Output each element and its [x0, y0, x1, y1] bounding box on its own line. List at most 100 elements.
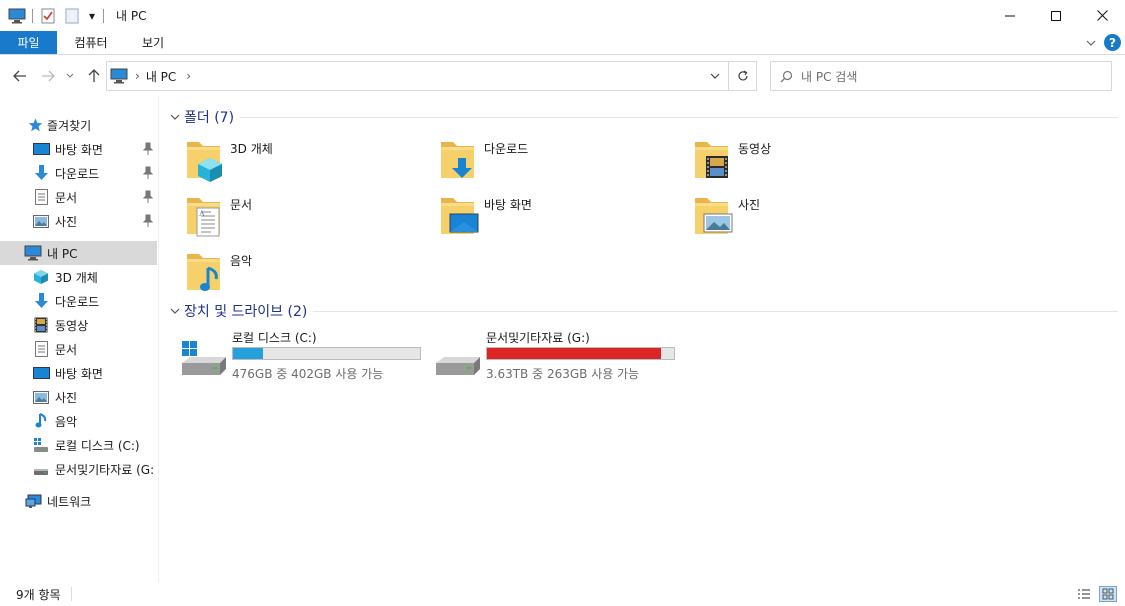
sidebar-item-label: 문서	[55, 190, 78, 205]
drive-usage-fill	[233, 348, 263, 359]
sidebar-item-label: 다운로드	[55, 166, 100, 181]
window-controls	[987, 0, 1125, 31]
search-box[interactable]: 내 PC 검색	[770, 61, 1112, 91]
folder-tile-music[interactable]: 음악	[184, 248, 424, 300]
group-title: 폴더 (7)	[184, 110, 235, 126]
breadcrumb-separator[interactable]: ›	[135, 69, 140, 83]
group-title: 장치 및 드라이브 (2)	[184, 304, 308, 320]
sidebar-item-quick-documents[interactable]: 문서	[0, 185, 157, 209]
drive-free-space: 476GB 중 402GB 사용 가능	[232, 367, 384, 381]
sidebar-item-downloads[interactable]: 다운로드	[0, 289, 157, 313]
address-bar-controls	[702, 62, 756, 90]
sidebar-item-drive-g[interactable]: 문서및기타자료 (G:	[0, 457, 157, 481]
breadcrumb-separator[interactable]: ›	[186, 69, 191, 83]
sidebar-item-quick-pictures[interactable]: 사진	[0, 209, 157, 233]
cube-3d-icon	[32, 268, 50, 286]
sidebar-item-pictures[interactable]: 사진	[0, 385, 157, 409]
sidebar-item-3d-objects[interactable]: 3D 개체	[0, 265, 157, 289]
new-folder-icon[interactable]	[63, 7, 81, 25]
tab-file[interactable]: 파일	[0, 31, 57, 54]
sidebar-item-label: 문서및기타자료 (G:	[55, 462, 155, 477]
document-icon	[32, 340, 50, 358]
search-placeholder: 내 PC 검색	[801, 69, 858, 84]
sidebar-item-quick-desktop[interactable]: 바탕 화면	[0, 137, 157, 161]
close-button[interactable]	[1079, 0, 1125, 31]
view-switcher	[1069, 586, 1117, 602]
folder-tile-downloads[interactable]: 다운로드	[438, 136, 678, 188]
sidebar-item-desktop[interactable]: 바탕 화면	[0, 361, 157, 385]
ribbon-tabs: 파일 컴퓨터 보기 ?	[0, 31, 1125, 55]
sidebar-item-documents[interactable]: 문서	[0, 337, 157, 361]
sidebar-item-network[interactable]: 네트워크	[0, 489, 157, 513]
sidebar-item-label: 즐겨찾기	[47, 118, 92, 133]
sidebar-item-label: 문서	[55, 342, 78, 357]
drive-name: 문서및기타자료 (G:)	[486, 331, 590, 345]
folder-tile-desktop[interactable]: 바탕 화면	[438, 192, 678, 244]
sidebar-item-videos[interactable]: 동영상	[0, 313, 157, 337]
breadcrumb-this-pc[interactable]: 내 PC	[146, 68, 176, 85]
help-icon[interactable]: ?	[1104, 34, 1121, 51]
tab-computer[interactable]: 컴퓨터	[57, 31, 125, 54]
sidebar-item-label: 바탕 화면	[55, 366, 103, 381]
details-view-icon[interactable]	[1075, 586, 1093, 602]
expand-ribbon-chevron-icon[interactable]	[1086, 36, 1096, 50]
document-icon	[32, 188, 50, 206]
tiles-view-icon[interactable]	[1099, 586, 1117, 602]
customize-toolbar-dropdown[interactable]: ▾	[87, 7, 97, 25]
film-icon	[32, 316, 50, 334]
desktop-icon	[32, 140, 50, 158]
sidebar-item-quick-downloads[interactable]: 다운로드	[0, 161, 157, 185]
sidebar-item-music[interactable]: 음악	[0, 409, 157, 433]
refresh-button[interactable]	[728, 62, 756, 90]
download-arrow-icon	[32, 164, 50, 182]
sidebar-item-label: 네트워크	[47, 494, 92, 509]
folder-tile-videos[interactable]: 동영상	[692, 136, 932, 188]
sidebar-item-quick-access[interactable]: 즐겨찾기	[0, 113, 157, 137]
minimize-button[interactable]	[987, 0, 1033, 31]
folder-tile-pictures[interactable]: 사진	[692, 192, 932, 244]
collapse-chevron-icon[interactable]	[168, 114, 182, 121]
sidebar-item-label: 다운로드	[55, 294, 100, 309]
folder-tile-documents[interactable]: A 문서	[184, 192, 424, 244]
folder-video-icon	[692, 136, 728, 178]
tab-view[interactable]: 보기	[125, 31, 181, 54]
group-divider	[240, 116, 1118, 118]
folder-music-icon	[184, 248, 230, 291]
up-button[interactable]	[84, 66, 104, 86]
download-arrow-icon	[32, 292, 50, 310]
pin-icon	[143, 190, 153, 203]
group-header-drives[interactable]: 장치 및 드라이브 (2)	[168, 301, 1118, 321]
svg-text:A: A	[199, 209, 205, 218]
back-button[interactable]	[10, 66, 30, 86]
navigation-bar: › 내 PC › 내 PC 검색	[0, 56, 1125, 96]
forward-button[interactable]	[38, 66, 58, 86]
address-history-dropdown[interactable]	[702, 62, 728, 90]
this-pc-icon[interactable]	[8, 7, 26, 25]
properties-check-icon[interactable]	[39, 7, 57, 25]
drive-tile-g[interactable]: 문서및기타자료 (G:) 3.63TB 중 263GB 사용 가능	[434, 329, 684, 381]
star-icon	[26, 116, 44, 134]
folder-3d-icon	[184, 136, 222, 182]
drive-free-space: 3.63TB 중 263GB 사용 가능	[486, 367, 640, 381]
folder-name: 바탕 화면	[484, 198, 532, 212]
folder-pictures-icon	[692, 192, 733, 238]
folder-desktop-icon	[438, 192, 479, 238]
drive-tile-c[interactable]: 로컬 디스크 (C:) 476GB 중 402GB 사용 가능	[180, 329, 430, 381]
windows-drive-icon	[182, 341, 226, 375]
folder-tile-3d-objects[interactable]: 3D 개체	[184, 136, 424, 188]
folder-name: 문서	[230, 198, 253, 212]
sidebar-item-label: 로컬 디스크 (C:)	[55, 438, 140, 453]
sidebar-item-drive-c[interactable]: 로컬 디스크 (C:)	[0, 433, 157, 457]
address-bar[interactable]: › 내 PC ›	[106, 61, 757, 91]
drive-usage-bar	[232, 347, 421, 360]
recent-locations-dropdown[interactable]	[64, 66, 76, 86]
sidebar-item-label: 사진	[55, 390, 78, 405]
group-header-folders[interactable]: 폴더 (7)	[168, 107, 1118, 127]
collapse-chevron-icon[interactable]	[168, 308, 182, 315]
sidebar-item-this-pc[interactable]: 내 PC	[0, 241, 157, 265]
music-note-icon	[32, 412, 50, 430]
maximize-button[interactable]	[1033, 0, 1079, 31]
content-pane: 폴더 (7) 3D 개체 다운로드 동영상 A 문서 바탕 화면 사진 음악 장…	[160, 96, 1125, 582]
sidebar-item-label: 음악	[55, 414, 78, 429]
drive-name: 로컬 디스크 (C:)	[232, 331, 317, 345]
